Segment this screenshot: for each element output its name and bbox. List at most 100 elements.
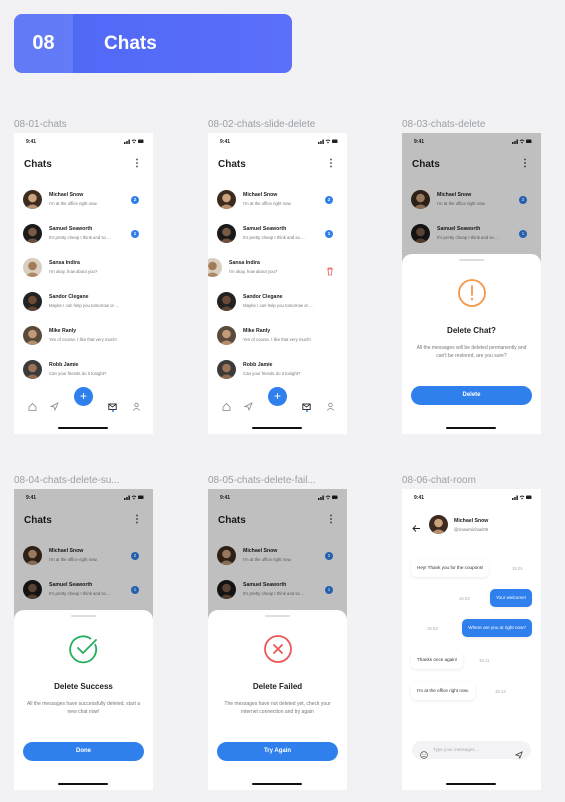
chat-preview: It's pretty cheap I think and so ... [243, 235, 305, 240]
unread-badge: 1 [325, 230, 333, 238]
emoji-icon[interactable] [420, 746, 428, 759]
avatar [217, 224, 236, 243]
send-icon[interactable] [49, 398, 59, 412]
new-chat-button[interactable]: + [268, 387, 287, 406]
message-time: 15:11 [479, 658, 490, 663]
message-time: 15:01 [512, 566, 523, 571]
phone-chat-room: 9:41 Michael Snow @snowmichael09 Hey! Thank… [402, 489, 541, 790]
page-title: Chats [218, 159, 246, 170]
sheet-action-button[interactable]: Done [23, 742, 144, 761]
sheet-handle[interactable] [459, 259, 484, 261]
sheet-action-button[interactable]: Try Again [217, 742, 338, 761]
back-arrow-icon[interactable] [412, 520, 421, 532]
avatar [208, 258, 222, 277]
sheet-title: Delete Failed [252, 682, 303, 691]
message-time: 15:03 [459, 596, 470, 601]
chat-list-item[interactable]: Mike Ranly Yes of course. I like that ver… [14, 319, 153, 353]
sheet-handle[interactable] [265, 615, 290, 617]
chat-name: Sandor Clegane [49, 294, 89, 300]
more-menu-icon[interactable]: ⋮ [326, 158, 336, 169]
chat-list-item[interactable]: Samuel Seaworth It's pretty cheap I think… [208, 217, 347, 251]
chat-list-item[interactable]: Sansa Indira I'm okay, how about you? [14, 251, 153, 285]
home-icon[interactable] [28, 398, 37, 411]
message-bubble: Where are you at right now? [462, 619, 532, 637]
avatar [23, 258, 42, 277]
sheet-description: All the messages have successfully delet… [26, 701, 141, 715]
chat-name: Robb Jamie [243, 362, 273, 368]
avatar [217, 292, 236, 311]
chat-list-item[interactable]: Michael Snow I'm at the office right now.… [208, 183, 347, 217]
message-bubble: Hey! Thank you for the coupons! [411, 559, 490, 577]
avatar [23, 190, 42, 209]
chat-name: Mike Ranly [49, 328, 77, 334]
status-bar: 9:41 [402, 489, 541, 505]
chat-name: Michael Snow [49, 192, 84, 198]
check-circle-icon [69, 634, 99, 669]
home-indicator [446, 783, 496, 785]
profile-icon[interactable] [132, 398, 141, 411]
message-time: 15:03 [427, 626, 438, 631]
sheet-title: Delete Success [54, 682, 113, 691]
unread-badge: 2 [325, 196, 333, 204]
bottom-sheet: Delete Success All the messages have succ… [14, 610, 153, 790]
status-time: 9:41 [414, 495, 425, 501]
screen-caption: 08-06-chat-room [402, 475, 476, 486]
chat-list-item[interactable]: Sandor Clegane Maybe I can help you tomor… [208, 285, 347, 319]
status-bar: 9:41 [208, 133, 347, 149]
chat-preview: Yes of course. I like that very much! [243, 337, 311, 342]
sheet-title: Delete Chat? [447, 326, 496, 335]
sheet-handle[interactable] [71, 615, 96, 617]
chat-list-item[interactable]: Robb Jamie Can your friends do it tonight… [14, 353, 153, 387]
chat-list-item[interactable]: Sansa Indira I'm okay, how about you? [208, 251, 347, 285]
chat-name: Sandor Clegane [243, 294, 283, 300]
contact-handle: @snowmichael09 [454, 527, 488, 532]
sheet-action-button[interactable]: Delete [411, 386, 532, 405]
chat-preview: I'm at the office right now. [243, 201, 292, 206]
message-placeholder: Type your messages ... [433, 747, 480, 752]
phone-chats-slide-delete: 9:41 Chats ⋮ Michael Snow I'm at the office … [208, 133, 347, 434]
chat-list-item[interactable]: Mike Ranly Yes of course. I like that ver… [208, 319, 347, 353]
home-indicator [58, 783, 108, 785]
home-indicator [252, 783, 302, 785]
message-input[interactable]: Type your messages ... [412, 741, 531, 760]
mail-icon[interactable] [302, 398, 311, 410]
status-bar: 9:41 [14, 133, 153, 149]
new-chat-button[interactable]: + [74, 387, 93, 406]
section-header: 08 Chats [14, 14, 292, 73]
chat-preview: Maybe I can help you tomorrow or ... [243, 303, 313, 308]
active-indicator [111, 410, 114, 412]
chat-name: Mike Ranly [243, 328, 271, 334]
status-time: 9:41 [220, 139, 231, 145]
trash-icon[interactable] [325, 263, 335, 276]
home-indicator [446, 427, 496, 429]
chat-preview: I'm okay, how about you? [49, 269, 98, 274]
send-icon[interactable] [243, 398, 253, 412]
warning-icon [457, 278, 487, 313]
sheet-description: All the messages will be deleted permane… [416, 345, 527, 359]
avatar [217, 326, 236, 345]
app-bar: Chats ⋮ [208, 149, 347, 183]
chat-name: Sansa Indira [49, 260, 80, 266]
avatar [23, 292, 42, 311]
home-icon[interactable] [222, 398, 231, 411]
home-indicator [58, 427, 108, 429]
message-bubble: I'm at the office right now. [411, 682, 475, 700]
profile-icon[interactable] [326, 398, 335, 411]
page-title: Chats [24, 159, 52, 170]
screen-caption: 08-03-chats-delete [402, 119, 486, 130]
chat-preview: I'm okay, how about you? [229, 269, 278, 274]
send-icon[interactable] [514, 746, 523, 760]
avatar [217, 360, 236, 379]
chat-list-item[interactable]: Sandor Clegane Maybe I can help you tomor… [14, 285, 153, 319]
chat-list-item[interactable]: Michael Snow I'm at the office right now.… [14, 183, 153, 217]
chat-name: Samuel Seaworth [243, 226, 287, 232]
phone-delete-success: 9:41 Chats ⋮ Michael Snow I'm at the office … [14, 489, 153, 790]
mail-icon[interactable] [108, 398, 117, 410]
chat-room-header: Michael Snow @snowmichael09 [402, 505, 541, 545]
more-menu-icon[interactable]: ⋮ [132, 158, 142, 169]
chat-list-item[interactable]: Robb Jamie Can your friends do it tonight… [208, 353, 347, 387]
unread-badge: 1 [131, 230, 139, 238]
chat-preview: I'm at the office right now. [49, 201, 98, 206]
avatar [23, 360, 42, 379]
chat-list-item[interactable]: Samuel Seaworth It's pretty cheap I think… [14, 217, 153, 251]
